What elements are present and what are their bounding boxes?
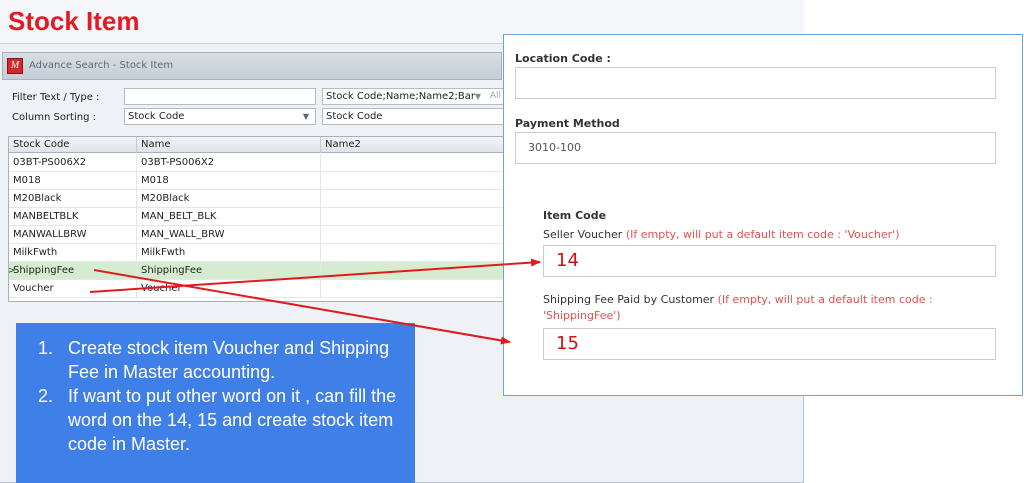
payment-method-label: Payment Method [515,117,620,130]
advance-search-header: M Advance Search - Stock Item [2,52,502,80]
cell-name: MAN_WALL_BRW [137,226,321,244]
note-number: 2. [38,386,54,406]
cell-name2 [321,154,505,172]
cell-stock-code: MANWALLBRW [9,226,137,244]
column-sorting-select[interactable]: Stock Code ▼ [124,108,316,125]
cell-stock-code: MilkFwth [9,244,137,262]
filter-text-label: Filter Text / Type : [12,92,100,103]
filter-text-input[interactable] [124,88,316,105]
cell-name: 03BT-PS006X2 [137,154,321,172]
advance-search-title: Advance Search - Stock Item [29,60,174,71]
app-logo-icon: M [7,58,23,74]
note-item-1: 1. Create stock item Voucher and Shippin… [38,336,399,384]
cell-name2 [321,226,505,244]
item-code-label: Item Code [543,209,607,222]
cell-stock-code: Voucher [9,280,137,298]
column-header-name[interactable]: Name [137,137,321,153]
cell-stock-code: MANBELTBLK [9,208,137,226]
instruction-note: 1. Create stock item Voucher and Shippin… [16,323,415,483]
cell-name: ShippingFee [137,262,321,280]
shipping-fee-label: Shipping Fee Paid by Customer (If empty,… [543,292,988,324]
table-row[interactable]: MANWALLBRW MAN_WALL_BRW [9,226,503,244]
cell-name: Voucher [137,280,321,298]
cell-stock-code: ShippingFee [9,262,137,280]
column-header-stock-code[interactable]: Stock Code [9,137,137,153]
window-title: Stock Item [8,6,140,36]
note-text: If want to put other word on it , can fi… [68,386,397,454]
column-sorting-value: Stock Code [128,111,185,122]
location-code-input[interactable] [515,67,996,99]
cell-name: MilkFwth [137,244,321,262]
shipping-fee-title: Shipping Fee Paid by Customer [543,293,715,306]
stock-item-grid: Stock Code Name Name2 03BT-PS006X2 03BT-… [8,136,504,302]
table-row-selected[interactable]: > ShippingFee ShippingFee [8,262,505,280]
chevron-down-icon: ▼ [302,112,309,121]
cell-name2 [321,262,505,280]
cell-name2 [321,208,505,226]
cell-name: MAN_BELT_BLK [137,208,321,226]
shipping-fee-input[interactable]: 15 [543,328,996,360]
cell-stock-code: M20Black [9,190,137,208]
cell-name: M20Black [137,190,321,208]
location-code-label: Location Code : [515,52,611,65]
cell-stock-code: M018 [9,172,137,190]
seller-voucher-input[interactable]: 14 [543,245,996,277]
cell-stock-code: 03BT-PS006X2 [9,154,137,172]
cell-name2 [321,244,505,262]
sort-order-value: Stock Code [326,111,383,122]
sort-order-select[interactable]: Stock Code [322,108,504,125]
note-item-2: 2. If want to put other word on it , can… [38,384,399,456]
grid-header: Stock Code Name Name2 [9,137,503,153]
cell-name2 [321,190,505,208]
search-columns-all: All [489,91,501,101]
seller-voucher-hint: (If empty, will put a default item code … [625,228,900,241]
table-row[interactable]: 03BT-PS006X2 03BT-PS006X2 [9,154,503,172]
cell-name2 [321,280,505,298]
table-row[interactable]: M20Black M20Black [9,190,503,208]
seller-voucher-label: Seller Voucher (If empty, will put a def… [543,228,900,241]
column-header-name2[interactable]: Name2 [321,137,505,153]
chevron-down-icon: ▼ [474,92,481,101]
table-row[interactable]: Voucher Voucher [9,280,503,298]
settings-panel: Location Code : Payment Method 3010-100 … [503,34,1023,396]
search-columns-value: Stock Code;Name;Name2;Bar [326,91,476,102]
search-columns-select[interactable]: Stock Code;Name;Name2;Bar ▼ All [322,88,504,105]
payment-method-input[interactable]: 3010-100 [515,132,996,164]
cell-name2 [321,172,505,190]
note-text: Create stock item Voucher and Shipping F… [68,338,390,382]
note-number: 1. [38,338,54,358]
seller-voucher-title: Seller Voucher [543,228,623,241]
column-sorting-label: Column Sorting : [12,112,96,123]
table-row[interactable]: MilkFwth MilkFwth [9,244,503,262]
table-row[interactable]: MANBELTBLK MAN_BELT_BLK [9,208,503,226]
cell-name: M018 [137,172,321,190]
table-row[interactable]: M018 M018 [9,172,503,190]
